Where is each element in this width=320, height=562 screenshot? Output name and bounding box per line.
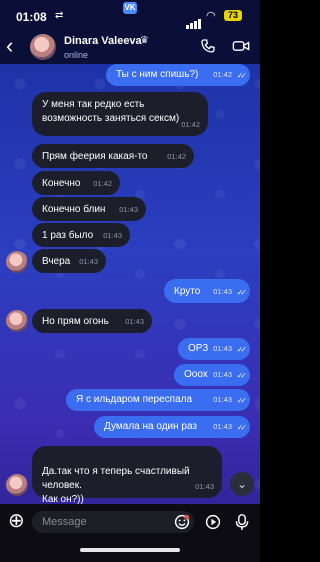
message-time: 01:43 <box>195 482 214 491</box>
message-text: 1 раз было <box>42 230 94 241</box>
chevron-down-icon: ⌄ <box>236 477 248 491</box>
message-text: Конечно <box>42 178 81 189</box>
message-time: 01:43 <box>213 422 232 431</box>
back-icon[interactable]: ‹ <box>6 35 20 57</box>
message-bubble[interactable]: Конечно 01:42 <box>32 171 120 195</box>
battery-icon: 73 <box>224 10 242 21</box>
read-check-icon: ✓✓ <box>236 71 248 80</box>
message-text: Думала на один раз <box>104 421 198 432</box>
message-bubble[interactable]: ОРЗ 01:43 ✓✓ <box>178 338 250 360</box>
wifi-icon: ◠ <box>206 10 216 22</box>
message-time: 01:43 <box>213 344 232 353</box>
message-text: Я с ильдаром переспала <box>76 394 193 405</box>
scroll-down-button[interactable]: ⌄ <box>230 472 254 496</box>
message-text: Но прям огонь <box>42 316 109 327</box>
message-time: 01:43 <box>213 395 232 404</box>
message-bubble[interactable]: Конечно блин 01:43 <box>32 197 146 221</box>
read-check-icon: ✓✓ <box>236 371 248 380</box>
contact-status: online <box>64 50 89 60</box>
read-check-icon: ✓✓ <box>236 288 248 297</box>
avatar[interactable] <box>6 310 28 332</box>
message-time: 01:42 <box>213 70 232 79</box>
read-check-icon: ✓✓ <box>236 396 248 405</box>
message-bubble[interactable]: Вчера 01:43 <box>32 249 106 273</box>
message-text: Прям феерия какая-то <box>42 151 148 162</box>
message-text: Ооох <box>184 369 208 380</box>
composer-bar: ⊕ <box>0 504 260 562</box>
message-text: Круто <box>174 286 201 297</box>
mic-icon[interactable] <box>234 513 250 531</box>
message-time: 01:43 <box>103 231 122 240</box>
message-bubble[interactable]: Ты с ним спишь?) 01:42 ✓✓ <box>106 64 250 86</box>
message-bubble[interactable]: Прям феерия какая-то 01:42 <box>32 144 194 168</box>
chat-screen: 01:08 ⇄ VK ◠ 73 ‹ Dinara Valeeva ♛ onlin… <box>0 0 260 562</box>
status-time: 01:08 <box>16 10 47 24</box>
message-time: 01:42 <box>167 152 186 161</box>
signal-icon <box>186 11 202 29</box>
message-text: У меня так редко есть возможность занять… <box>42 99 180 124</box>
message-time: 01:43 <box>213 370 232 379</box>
message-time: 01:43 <box>213 287 232 296</box>
message-text: ОРЗ <box>188 343 209 354</box>
crown-icon: ♛ <box>140 35 149 46</box>
avatar[interactable] <box>6 474 28 496</box>
video-icon[interactable] <box>232 38 250 54</box>
avatar[interactable] <box>30 34 56 60</box>
car-icon: ⇄ <box>55 10 64 21</box>
message-bubble[interactable]: Думала на один раз 01:43 ✓✓ <box>94 416 250 438</box>
call-icon[interactable] <box>200 38 216 54</box>
read-check-icon: ✓✓ <box>236 345 248 354</box>
message-text: Ты с ним спишь?) <box>116 69 199 80</box>
message-bubble[interactable]: Но прям огонь 01:43 <box>32 309 152 333</box>
app-badge-vk: VK <box>123 2 137 14</box>
message-bubble[interactable]: Я с ильдаром переспала 01:43 ✓✓ <box>66 389 250 411</box>
message-time: 01:43 <box>125 317 144 326</box>
avatar[interactable] <box>6 251 28 273</box>
plus-icon[interactable]: ⊕ <box>8 511 26 531</box>
message-bubble[interactable]: Ооох 01:43 ✓✓ <box>174 364 250 386</box>
message-time: 01:42 <box>93 179 112 188</box>
message-input[interactable] <box>32 511 194 533</box>
read-check-icon: ✓✓ <box>236 423 248 432</box>
emoji-icon[interactable] <box>174 514 190 530</box>
message-time: 01:43 <box>79 257 98 266</box>
home-indicator <box>80 548 180 552</box>
message-bubble[interactable]: Да.так что я теперь счастливый человек. … <box>32 446 222 505</box>
message-time: 01:42 <box>181 120 200 129</box>
contact-name[interactable]: Dinara Valeeva <box>64 35 142 47</box>
message-bubble[interactable]: 1 раз было 01:43 <box>32 223 130 247</box>
message-text: Конечно блин <box>42 204 106 215</box>
message-text: Вчера <box>42 256 71 267</box>
message-time: 01:43 <box>119 205 138 214</box>
top-bar: 01:08 ⇄ VK ◠ 73 ‹ Dinara Valeeva ♛ onlin… <box>0 0 260 64</box>
message-bubble[interactable]: Круто 01:43 ✓✓ <box>164 279 250 303</box>
play-icon[interactable] <box>205 514 221 530</box>
message-bubble[interactable]: У меня так редко есть возможность занять… <box>32 92 208 136</box>
